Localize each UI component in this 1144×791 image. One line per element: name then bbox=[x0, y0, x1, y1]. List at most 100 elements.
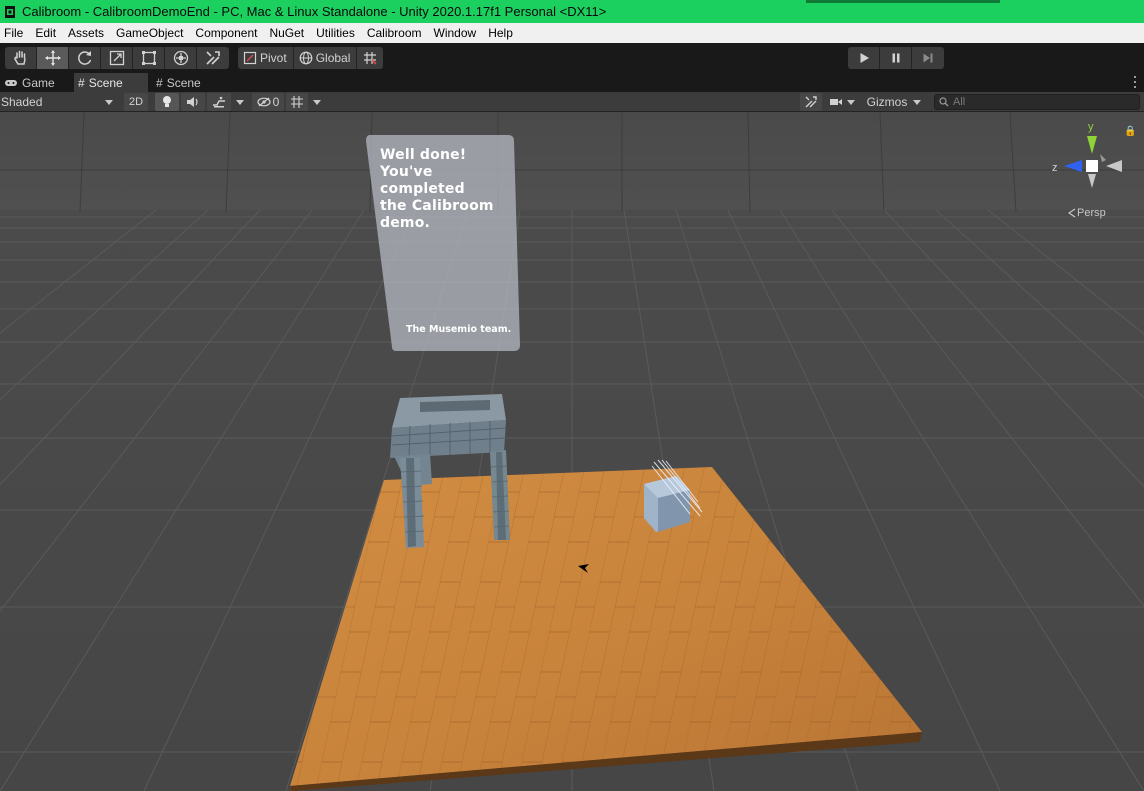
grid-snap-icon bbox=[364, 52, 377, 65]
effects-toggle[interactable] bbox=[207, 93, 231, 111]
axis-neg-y-cone[interactable] bbox=[1088, 174, 1096, 188]
tab-menu-icon[interactable] bbox=[1132, 75, 1138, 89]
effects-icon bbox=[213, 96, 225, 108]
transform-tools bbox=[5, 47, 229, 69]
play-icon bbox=[860, 53, 869, 63]
scene-tools-toggle[interactable] bbox=[800, 93, 822, 111]
axis-y-label: y bbox=[1088, 121, 1094, 133]
draw-mode-dropdown[interactable]: Shaded bbox=[0, 93, 118, 111]
grid-snap-button[interactable] bbox=[357, 47, 384, 69]
menu-help[interactable]: Help bbox=[482, 23, 519, 43]
window-titlebar[interactable]: Calibroom - CalibroomDemoEnd - PC, Mac &… bbox=[0, 0, 1144, 23]
step-button[interactable] bbox=[912, 47, 944, 69]
lighting-toggle[interactable] bbox=[155, 93, 179, 111]
custom-tool-button[interactable] bbox=[197, 47, 229, 69]
rotate-icon bbox=[77, 51, 91, 65]
hidden-objects-toggle[interactable]: 0 bbox=[252, 93, 284, 111]
tab-game[interactable]: Game bbox=[0, 73, 70, 92]
pause-button[interactable] bbox=[880, 47, 912, 69]
chevron-left-icon bbox=[1068, 208, 1076, 218]
axis-z-cone[interactable] bbox=[1064, 160, 1082, 172]
move-tool-button[interactable] bbox=[37, 47, 69, 69]
playback-controls bbox=[848, 47, 944, 69]
hand-icon bbox=[13, 50, 26, 65]
gamepad-icon bbox=[5, 79, 17, 86]
eye-hidden-icon bbox=[257, 97, 271, 107]
scene-search-field[interactable] bbox=[934, 94, 1140, 110]
gizmos-dropdown[interactable]: Gizmos bbox=[860, 93, 928, 111]
rotate-tool-button[interactable] bbox=[69, 47, 101, 69]
menu-bar: File Edit Assets GameObject Component Nu… bbox=[0, 23, 1144, 43]
transform-icon bbox=[173, 50, 188, 66]
scene-render bbox=[0, 112, 1144, 791]
hand-tool-button[interactable] bbox=[5, 47, 37, 69]
chevron-down-icon bbox=[236, 99, 244, 105]
pause-icon bbox=[892, 53, 899, 63]
step-icon bbox=[923, 53, 933, 63]
pivot-toggle[interactable]: Pivot bbox=[238, 47, 294, 69]
toggle-2d-label: 2D bbox=[128, 96, 144, 108]
titlebar-accent bbox=[806, 0, 1000, 3]
gizmos-label: Gizmos bbox=[866, 95, 908, 109]
tab-scene-secondary[interactable]: # Scene bbox=[152, 73, 226, 92]
menu-window[interactable]: Window bbox=[428, 23, 483, 43]
gizmo-center-cube[interactable] bbox=[1086, 160, 1098, 172]
global-label: Global bbox=[315, 51, 351, 65]
main-toolbar: Pivot Global bbox=[0, 43, 1144, 73]
orientation-gizmo[interactable]: y z 🔒 bbox=[1046, 118, 1138, 204]
menu-utilities[interactable]: Utilities bbox=[310, 23, 361, 43]
unity-logo-icon bbox=[2, 4, 18, 20]
lightbulb-icon bbox=[163, 96, 171, 107]
draw-mode-label: Shaded bbox=[1, 95, 43, 109]
axis-x-cone[interactable] bbox=[1106, 160, 1122, 172]
menu-calibroom[interactable]: Calibroom bbox=[361, 23, 428, 43]
menu-gameobject[interactable]: GameObject bbox=[110, 23, 189, 43]
chevron-down-icon bbox=[847, 99, 855, 105]
pivot-global-group: Pivot Global bbox=[238, 47, 384, 69]
scale-icon bbox=[109, 50, 124, 66]
axis-y-cone[interactable] bbox=[1087, 136, 1097, 154]
tab-scene-label: Scene bbox=[88, 75, 123, 90]
scene-view-toolbar: Shaded 2D 0 Gizmos bbox=[0, 92, 1144, 112]
camera-icon bbox=[830, 99, 842, 105]
menu-edit[interactable]: Edit bbox=[29, 23, 62, 43]
gizmo-lock-icon[interactable]: 🔒 bbox=[1124, 125, 1136, 137]
tab-game-label: Game bbox=[22, 75, 55, 90]
toggle-2d-button[interactable]: 2D bbox=[124, 93, 148, 111]
tab-scene-active[interactable]: # Scene bbox=[74, 73, 148, 92]
persp-label: Persp bbox=[1077, 207, 1106, 219]
axis-neg-x-cone[interactable] bbox=[1100, 154, 1106, 162]
scene-viewport[interactable]: Well done! You've completed the Calibroo… bbox=[0, 112, 1144, 791]
scale-tool-button[interactable] bbox=[101, 47, 133, 69]
audio-toggle[interactable] bbox=[181, 93, 205, 111]
tab-scene-2-label: Scene bbox=[166, 75, 201, 90]
speaker-icon bbox=[187, 97, 198, 107]
global-toggle[interactable]: Global bbox=[293, 47, 358, 69]
search-icon bbox=[939, 97, 949, 107]
search-input[interactable] bbox=[953, 96, 1133, 108]
menu-component[interactable]: Component bbox=[189, 23, 263, 43]
globe-icon bbox=[299, 51, 313, 65]
transform-tool-button[interactable] bbox=[165, 47, 197, 69]
hash-icon: # bbox=[156, 75, 163, 90]
chevron-down-icon bbox=[313, 99, 321, 105]
window-tabbar: Game # Scene # Scene bbox=[0, 73, 1144, 92]
panel-signature: The Musemio team. bbox=[406, 324, 512, 335]
grid-dropdown[interactable] bbox=[310, 93, 324, 111]
pivot-icon bbox=[243, 51, 257, 65]
rect-icon bbox=[141, 51, 156, 65]
camera-dropdown[interactable] bbox=[826, 93, 858, 111]
chevron-down-icon bbox=[913, 99, 922, 105]
menu-assets[interactable]: Assets bbox=[62, 23, 110, 43]
projection-toggle[interactable]: Persp bbox=[1068, 207, 1106, 219]
menu-file[interactable]: File bbox=[0, 23, 29, 43]
tools-icon bbox=[805, 96, 817, 108]
panel-message: Well done! You've completed the Calibroo… bbox=[380, 147, 494, 231]
play-button[interactable] bbox=[848, 47, 880, 69]
hash-icon: # bbox=[78, 75, 85, 90]
rect-tool-button[interactable] bbox=[133, 47, 165, 69]
menu-nuget[interactable]: NuGet bbox=[263, 23, 310, 43]
axis-z-label: z bbox=[1052, 162, 1058, 174]
effects-dropdown[interactable] bbox=[233, 93, 247, 111]
grid-toggle[interactable] bbox=[286, 93, 308, 111]
